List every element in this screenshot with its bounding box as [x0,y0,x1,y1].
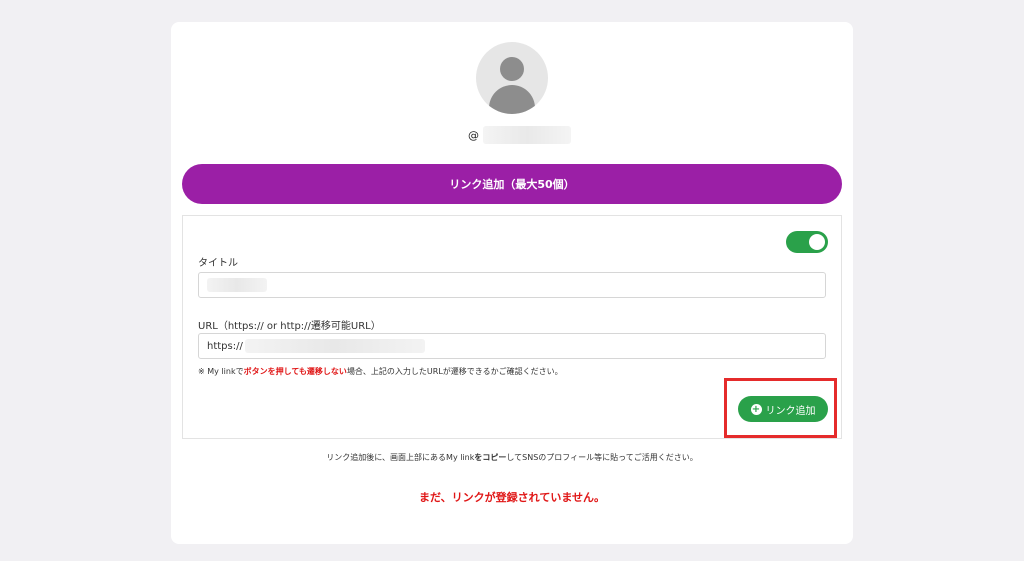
plus-circle-icon: + [750,403,762,415]
hint-after: してSNSのプロフィール等に貼ってご活用ください。 [506,453,698,462]
avatar-head-icon [500,57,524,81]
title-input[interactable] [198,272,826,298]
avatar [476,42,548,114]
url-value: https:// [207,340,243,352]
note-highlight: ボタンを押しても遷移しない [243,367,347,376]
profile-card: @ リンク追加（最大50個） タイトル URL（https:// or http… [171,22,853,544]
hint-before: リンク追加後に、画面上部にあるMy link [326,453,475,462]
link-form: タイトル URL（https:// or http://遷移可能URL） htt… [182,215,842,439]
url-value-redacted [244,339,425,353]
add-link-max-button[interactable]: リンク追加（最大50個） [182,164,842,204]
hint-bold: をコピー [474,453,507,462]
title-value-redacted [207,278,267,292]
add-link-button[interactable]: + リンク追加 [738,396,828,422]
title-label: タイトル [198,258,238,269]
usage-hint: リンク追加後に、画面上部にあるMy linkをコピーしてSNSのプロフィール等に… [171,452,853,463]
username-redacted [483,126,571,144]
note-suffix: 場合、上記の入力したURLが遷移できるかご確認ください。 [346,367,563,376]
toggle-knob [809,234,825,250]
avatar-body-icon [489,85,535,114]
empty-links-message: まだ、リンクが登録されていません。 [418,491,605,504]
url-input[interactable]: https:// [198,333,826,359]
add-link-button-label: リンク追加 [765,405,816,417]
url-label: URL（https:// or http://遷移可能URL） [198,321,381,332]
visibility-toggle[interactable] [786,231,828,253]
note-prefix: ※ My linkで [198,367,244,376]
username-prefix: @ [468,128,479,142]
url-note: ※ My linkでボタンを押しても遷移しない場合、上記の入力したURLが遷移で… [198,366,563,377]
username: @ [468,126,571,144]
